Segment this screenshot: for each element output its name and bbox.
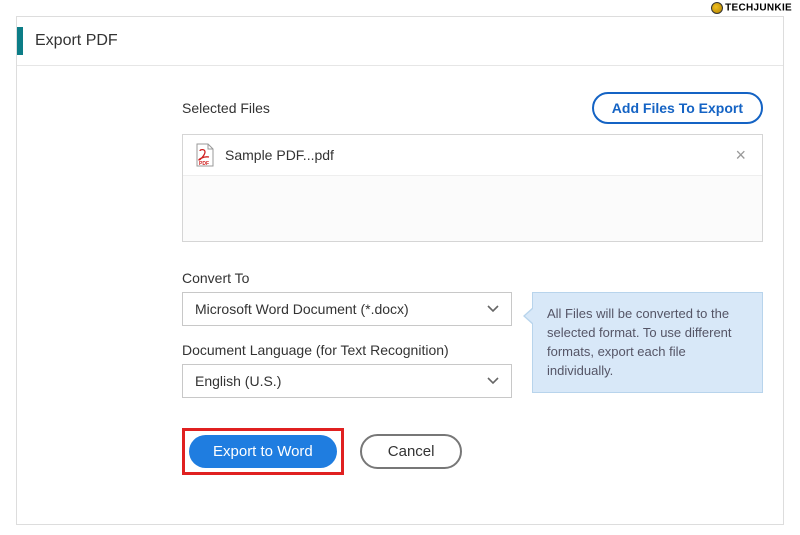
watermark-icon bbox=[711, 2, 723, 14]
document-language-label: Document Language (for Text Recognition) bbox=[182, 342, 512, 358]
pdf-file-icon: PDF bbox=[195, 143, 215, 167]
panel-header: Export PDF bbox=[17, 17, 783, 66]
convert-to-value: Microsoft Word Document (*.docx) bbox=[195, 301, 487, 317]
file-list: PDF Sample PDF...pdf × bbox=[182, 134, 763, 242]
file-row[interactable]: PDF Sample PDF...pdf × bbox=[183, 135, 762, 176]
selected-files-label: Selected Files bbox=[182, 100, 270, 116]
convert-section: Convert To Microsoft Word Document (*.do… bbox=[182, 270, 763, 414]
page-title: Export PDF bbox=[35, 32, 118, 50]
document-language-value: English (U.S.) bbox=[195, 373, 487, 389]
highlight-annotation: Export to Word bbox=[182, 428, 344, 475]
convert-to-select[interactable]: Microsoft Word Document (*.docx) bbox=[182, 292, 512, 326]
add-files-button[interactable]: Add Files To Export bbox=[592, 92, 763, 124]
header-accent bbox=[17, 27, 23, 55]
remove-file-icon[interactable]: × bbox=[731, 146, 750, 164]
watermark: TECHJUNKIE bbox=[711, 2, 792, 14]
file-name: Sample PDF...pdf bbox=[225, 147, 731, 163]
export-pdf-panel: Export PDF Selected Files Add Files To E… bbox=[16, 16, 784, 525]
convert-to-label: Convert To bbox=[182, 270, 512, 286]
format-tooltip: All Files will be converted to the selec… bbox=[532, 292, 763, 393]
chevron-down-icon bbox=[487, 377, 499, 385]
selected-files-header-row: Selected Files Add Files To Export bbox=[182, 92, 763, 124]
convert-left-column: Convert To Microsoft Word Document (*.do… bbox=[182, 270, 512, 414]
svg-text:PDF: PDF bbox=[199, 161, 209, 167]
panel-body: Selected Files Add Files To Export PDF S… bbox=[17, 66, 783, 491]
chevron-down-icon bbox=[487, 305, 499, 313]
export-to-word-button[interactable]: Export to Word bbox=[189, 435, 337, 468]
document-language-select[interactable]: English (U.S.) bbox=[182, 364, 512, 398]
cancel-button[interactable]: Cancel bbox=[360, 434, 463, 469]
action-row: Export to Word Cancel bbox=[182, 428, 763, 475]
